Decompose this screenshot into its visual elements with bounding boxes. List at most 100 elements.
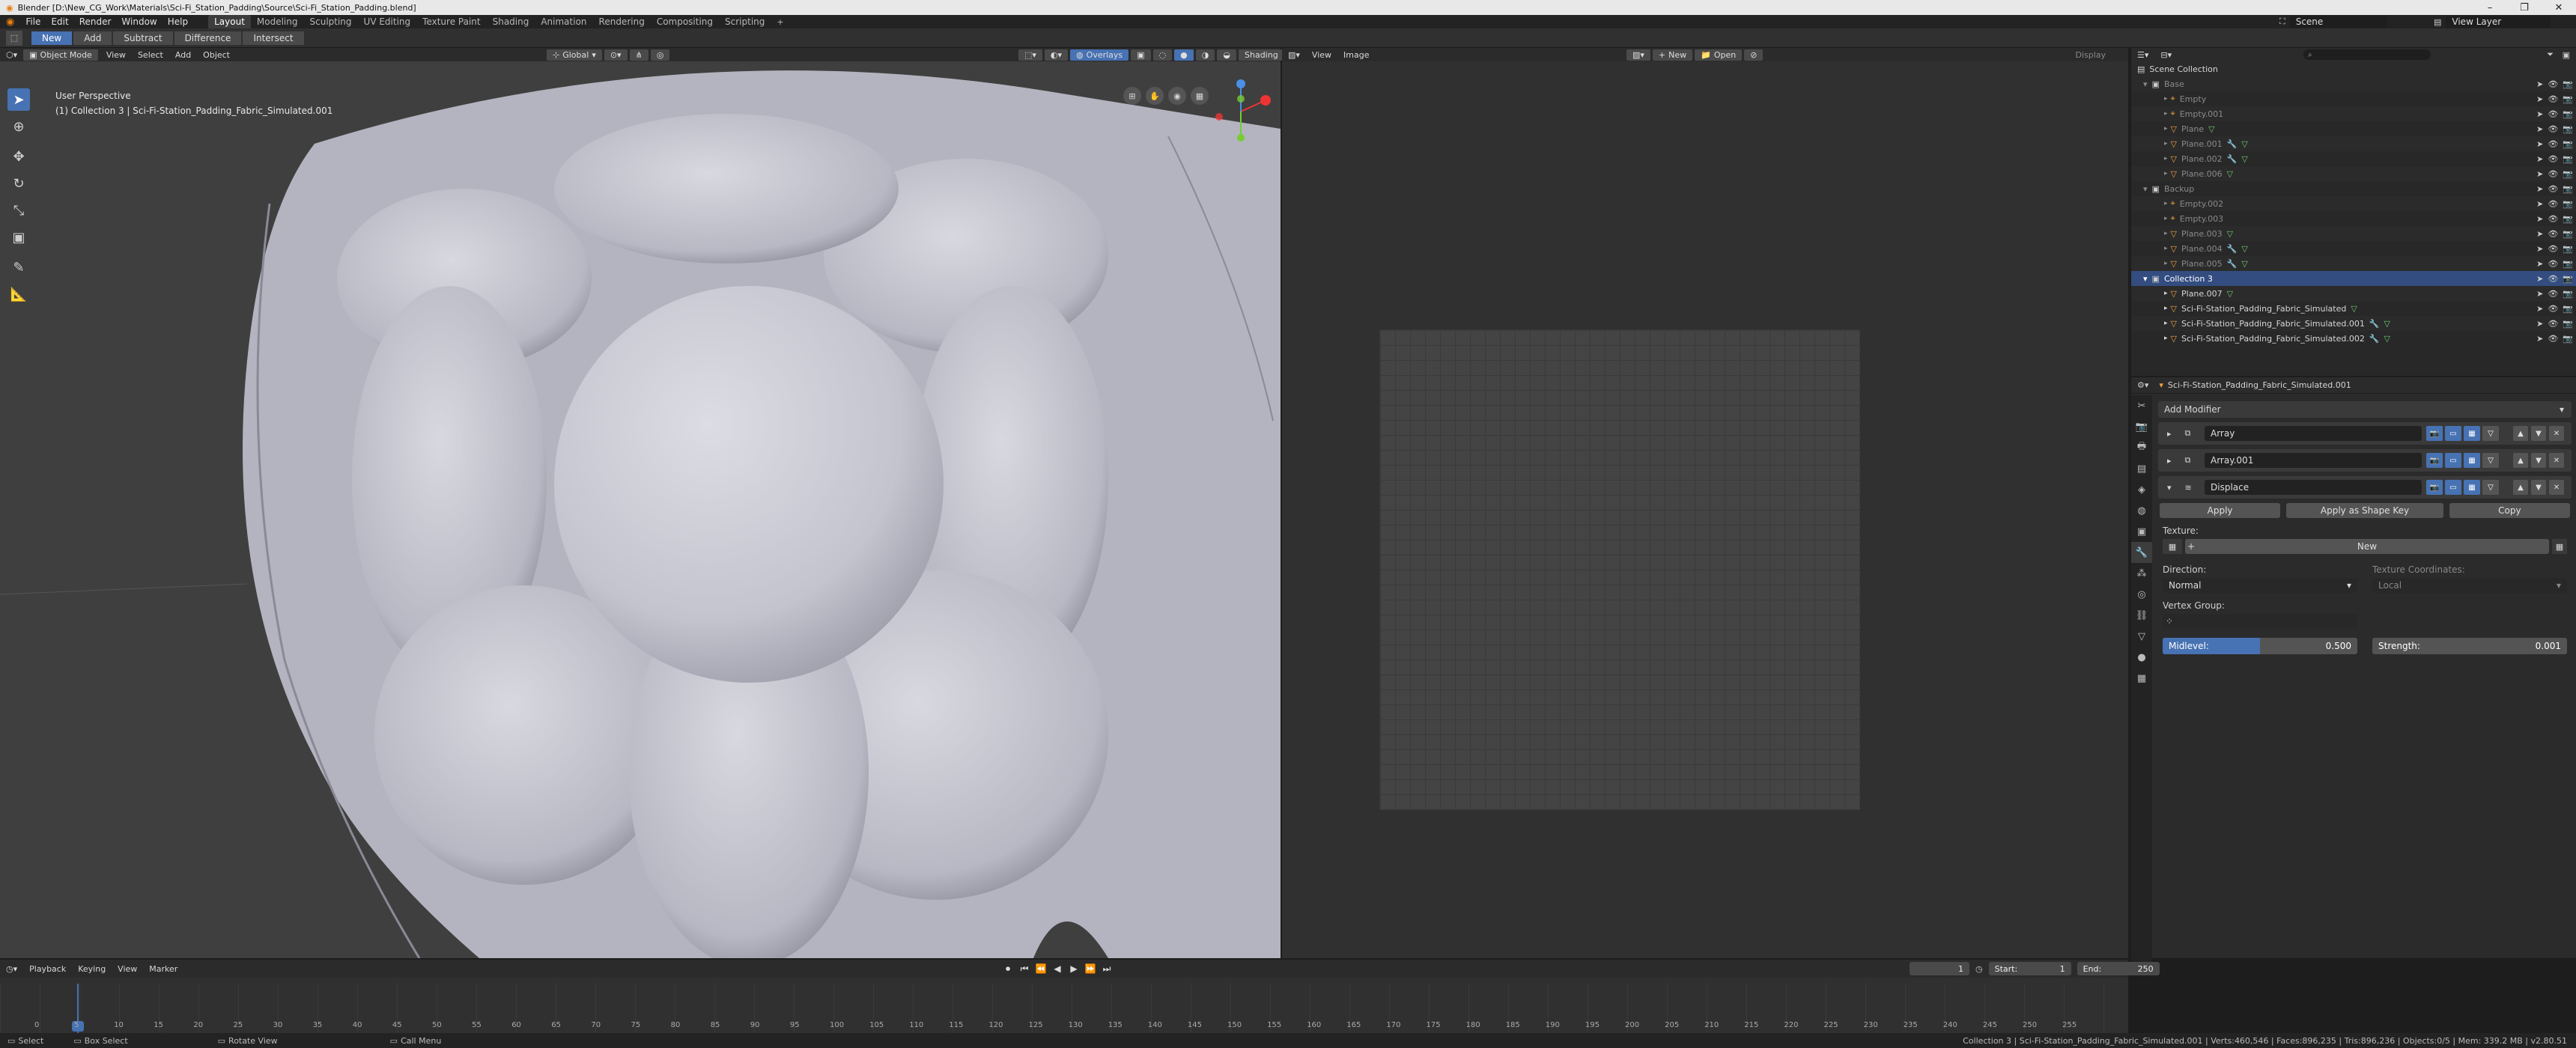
render-camera-icon[interactable]: 📷	[2563, 79, 2573, 89]
select-toggle-icon[interactable]: ➤	[2536, 199, 2543, 209]
visibility-eye-icon[interactable]: 👁	[2548, 259, 2558, 269]
modifier-name-field[interactable]: Array.001	[2205, 453, 2422, 468]
output-tab-icon[interactable]: 🖶	[2131, 437, 2152, 458]
outliner-row[interactable]: ▸ ▽ Plane.006 ▽ ➤ 👁 📷	[2131, 166, 2576, 181]
outliner-row[interactable]: ▸ ▽ Sci-Fi-Station_Padding_Fabric_Simulate…	[2131, 301, 2576, 316]
pivot-point-icon[interactable]: ⊙▾	[604, 49, 628, 61]
select-toggle-icon[interactable]: ➤	[2536, 154, 2543, 164]
solid-shading-icon[interactable]: ●	[1174, 49, 1194, 61]
select-toggle-icon[interactable]: ➤	[2536, 124, 2543, 134]
minimize-icon[interactable]: –	[2473, 0, 2507, 15]
pin-icon[interactable]: ⊘	[1744, 49, 1764, 61]
timeline-menu-marker[interactable]: Marker	[143, 964, 183, 974]
mode-difference-button[interactable]: Difference	[174, 31, 242, 45]
properties-type-icon[interactable]: ⚙▾	[2137, 380, 2148, 390]
outliner-row[interactable]: ▸ ⌖ Empty ➤ 👁 📷	[2131, 91, 2576, 106]
viewport-toggle-icon[interactable]: ▭	[2445, 480, 2461, 495]
editmode-toggle-icon[interactable]: ▦	[2464, 453, 2480, 468]
move-down-icon[interactable]: ▼	[2531, 453, 2546, 468]
select-toggle-icon[interactable]: ➤	[2536, 169, 2543, 179]
new-image-button[interactable]: + New	[1652, 49, 1693, 61]
texture-tab-icon[interactable]: ▦	[2131, 668, 2152, 689]
expand-arrow-icon[interactable]: ▾	[2143, 79, 2148, 89]
render-camera-icon[interactable]: 📷	[2563, 274, 2573, 284]
editmode-toggle-icon[interactable]: ▦	[2464, 480, 2480, 495]
menu-file[interactable]: File	[20, 16, 46, 27]
viewport-toggle-icon[interactable]: ▭	[2445, 453, 2461, 468]
scale-tool-icon[interactable]: ⤡	[7, 199, 30, 222]
prev-keyframe-icon[interactable]: ⏪	[1033, 961, 1048, 976]
outliner-row[interactable]: ▸ ⌖ Empty.003 ➤ 👁 📷	[2131, 211, 2576, 226]
modifier-panel-array[interactable]: ▸ ⧉ Array 📷 ▭ ▦ ▽ ▲ ▼ ✕	[2158, 422, 2572, 445]
visibility-eye-icon[interactable]: 👁	[2548, 319, 2558, 329]
render-camera-icon[interactable]: 📷	[2563, 169, 2573, 179]
next-keyframe-icon[interactable]: ⏩	[1083, 961, 1098, 976]
strength-slider[interactable]: Strength: 0.001	[2372, 638, 2567, 654]
render-camera-icon[interactable]: 📷	[2563, 229, 2573, 239]
workspace-tab-uv-editing[interactable]: UV Editing	[358, 15, 417, 28]
expand-arrow-icon[interactable]: ▸	[2167, 429, 2172, 439]
remove-modifier-icon[interactable]: ✕	[2549, 480, 2564, 495]
viewport-menu-object[interactable]: Object	[197, 50, 236, 60]
remove-modifier-icon[interactable]: ✕	[2549, 453, 2564, 468]
render-camera-icon[interactable]: 📷	[2563, 184, 2573, 194]
maximize-icon[interactable]: ❐	[2507, 0, 2542, 15]
outliner-row[interactable]: ▸ ▽ Plane ▽ ➤ 👁 📷	[2131, 121, 2576, 136]
copy-button[interactable]: Copy	[2449, 503, 2571, 518]
filter-icon[interactable]: ⏷	[2547, 49, 2554, 60]
start-frame-field[interactable]: Start: 1	[1988, 962, 2071, 975]
visibility-eye-icon[interactable]: 👁	[2548, 214, 2558, 224]
timeline-type-icon[interactable]: ◷▾	[0, 964, 23, 974]
viewport-menu-view[interactable]: View	[100, 50, 132, 60]
outliner-row[interactable]: ▸ ⌖ Empty.001 ➤ 👁 📷	[2131, 106, 2576, 121]
perspective-toggle-icon[interactable]: ▦	[1191, 87, 1209, 105]
workspace-tab-shading[interactable]: Shading	[487, 15, 535, 28]
camera-view-icon[interactable]: ◉	[1168, 87, 1186, 105]
transform-orientation-dropdown[interactable]: ⊹ Global ▾	[547, 49, 602, 61]
modifier-panel-displace[interactable]: ▾ ≋ Displace 📷 ▭ ▦ ▽ ▲ ▼ ✕	[2158, 476, 2572, 499]
select-toggle-icon[interactable]: ➤	[2536, 334, 2543, 344]
open-image-button[interactable]: 📁 Open	[1695, 49, 1743, 61]
remove-modifier-icon[interactable]: ✕	[2549, 426, 2564, 441]
transform-tool-icon[interactable]: ▣	[7, 226, 30, 249]
visibility-eye-icon[interactable]: 👁	[2548, 139, 2558, 149]
render-camera-icon[interactable]: 📷	[2563, 319, 2573, 329]
new-collection-icon[interactable]: ▣	[2563, 50, 2570, 60]
timeline-menu-view[interactable]: View	[112, 964, 143, 974]
select-toggle-icon[interactable]: ➤	[2536, 229, 2543, 239]
visibility-eye-icon[interactable]: 👁	[2548, 169, 2558, 179]
menu-render[interactable]: Render	[74, 16, 117, 27]
expand-arrow-icon[interactable]: ▸	[2164, 230, 2168, 237]
proportional-edit-icon[interactable]: ◎	[650, 49, 670, 61]
outliner-row[interactable]: ▸ ▽ Plane.004 🔧 ▽ ➤ 👁 📷	[2131, 241, 2576, 256]
modifier-panel-array-001[interactable]: ▸ ⧉ Array.001 📷 ▭ ▦ ▽ ▲ ▼ ✕	[2158, 449, 2572, 472]
workspace-tab-sculpting[interactable]: Sculpting	[304, 15, 358, 28]
image-editor[interactable]	[1282, 61, 2128, 958]
visibility-eye-icon[interactable]: 👁	[2548, 124, 2558, 134]
annotate-tool-icon[interactable]: ✎	[7, 256, 30, 278]
jump-start-icon[interactable]: ⏮	[1017, 961, 1032, 976]
empty-image-canvas[interactable]	[1379, 329, 1860, 810]
workspace-tab-compositing[interactable]: Compositing	[651, 15, 719, 28]
image-menu-view[interactable]: View	[1306, 50, 1337, 60]
outliner-row[interactable]: ▸ ▽ Plane.003 ▽ ➤ 👁 📷	[2131, 226, 2576, 241]
show-gizmo-icon[interactable]: ⬚▾	[1018, 49, 1042, 61]
select-toggle-icon[interactable]: ➤	[2536, 94, 2543, 104]
move-up-icon[interactable]: ▲	[2513, 453, 2528, 468]
outliner-row[interactable]: ▸ ▽ Plane.002 🔧 ▽ ➤ 👁 📷	[2131, 151, 2576, 166]
select-toggle-icon[interactable]: ➤	[2536, 274, 2543, 284]
select-toggle-icon[interactable]: ➤	[2536, 319, 2543, 329]
expand-arrow-icon[interactable]: ▸	[2164, 155, 2168, 162]
render-camera-icon[interactable]: 📷	[2563, 244, 2573, 254]
render-camera-icon[interactable]: 📷	[2563, 154, 2573, 164]
timeline-menu-playback[interactable]: Playback	[23, 964, 72, 974]
select-toggle-icon[interactable]: ➤	[2536, 289, 2543, 299]
expand-arrow-icon[interactable]: ▸	[2164, 200, 2168, 207]
expand-arrow-icon[interactable]: ▾	[2167, 483, 2172, 493]
wireframe-shading-icon[interactable]: ◌	[1152, 49, 1173, 61]
cage-toggle-icon[interactable]: ▽	[2482, 453, 2499, 468]
properties-editor[interactable]: ⚙▾ ▾ Sci-Fi-Station_Padding_Fabric_Simul…	[2131, 377, 2576, 964]
move-up-icon[interactable]: ▲	[2513, 480, 2528, 495]
visibility-eye-icon[interactable]: 👁	[2548, 79, 2558, 89]
pan-icon[interactable]: ✋	[1146, 87, 1164, 105]
